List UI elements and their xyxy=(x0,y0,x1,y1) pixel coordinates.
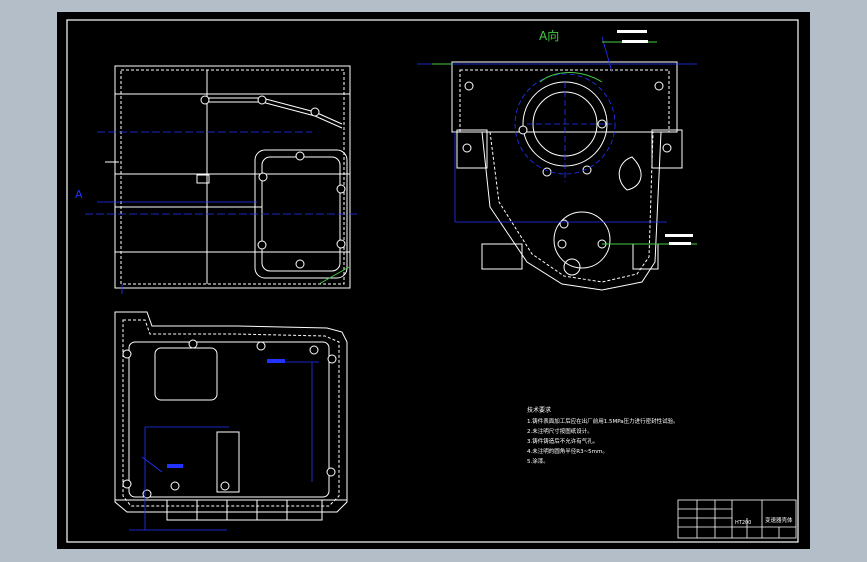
sheet-frame xyxy=(66,19,799,543)
dim-tag xyxy=(267,359,285,363)
view-label-a: A xyxy=(75,188,83,201)
top-view-dimensions xyxy=(129,361,319,531)
cad-viewport[interactable]: A A向 技术要求 1.铸件表面加工后应在出厂前用1.5MPa压力进行密封性试验… xyxy=(0,0,867,562)
side-view xyxy=(451,61,683,291)
front-view-centerlines xyxy=(85,131,357,294)
dim-tag xyxy=(167,464,183,468)
side-view-centerlines xyxy=(417,36,697,245)
view-title: A向 xyxy=(539,28,559,43)
drawing-canvas: A A向 技术要求 1.铸件表面加工后应在出厂前用1.5MPa压力进行密封性试验… xyxy=(66,19,799,543)
material: HT200 xyxy=(735,520,751,526)
part-name: 变速器壳体 xyxy=(765,516,793,524)
leader-line xyxy=(318,266,350,285)
front-view xyxy=(105,65,351,289)
notes-line: 5.涂漆。 xyxy=(527,457,549,465)
notes-line: 2.未注明尺寸按图纸设计。 xyxy=(527,427,593,435)
notes-line: 3.铸件铸造后不允许有气孔。 xyxy=(527,437,598,445)
drawing-sheet[interactable]: A A向 技术要求 1.铸件表面加工后应在出厂前用1.5MPa压力进行密封性试验… xyxy=(57,12,810,549)
notes-line: 1.铸件表面加工后应在出厂前用1.5MPa压力进行密封性试验。 xyxy=(527,417,679,425)
technical-notes: 技术要求 1.铸件表面加工后应在出厂前用1.5MPa压力进行密封性试验。 2.未… xyxy=(527,406,679,465)
notes-line: 4.未注明的圆角半径R3~5mm。 xyxy=(527,447,608,455)
notes-title: 技术要求 xyxy=(527,406,551,414)
side-view-bolts xyxy=(462,81,672,249)
front-view-bolts xyxy=(200,95,346,269)
